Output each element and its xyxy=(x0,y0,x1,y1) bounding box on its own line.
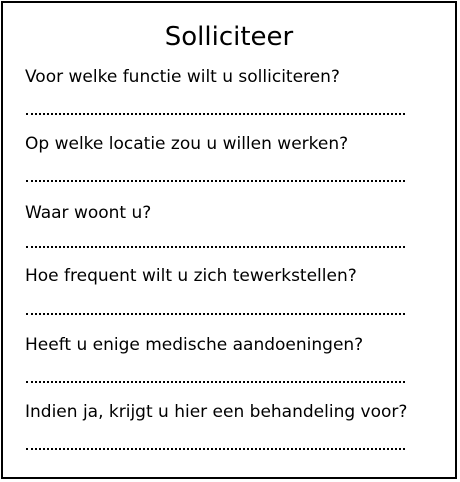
application-form: Solliciteer Voor welke functie wilt u so… xyxy=(1,1,457,479)
answer-field-treatment[interactable] xyxy=(26,448,405,450)
answer-field-position[interactable] xyxy=(26,113,405,115)
question-location-label: Op welke locatie zou u willen werken? xyxy=(25,134,349,154)
answer-field-frequency[interactable] xyxy=(26,313,405,315)
answer-field-residence[interactable] xyxy=(26,246,405,248)
question-medical-label: Heeft u enige medische aandoeningen? xyxy=(25,335,364,355)
answer-field-location[interactable] xyxy=(26,180,405,182)
question-frequency-label: Hoe frequent wilt u zich tewerkstellen? xyxy=(25,266,357,286)
form-title: Solliciteer xyxy=(164,22,294,52)
question-residence-label: Waar woont u? xyxy=(25,203,152,223)
answer-field-medical[interactable] xyxy=(26,381,405,383)
question-position-label: Voor welke functie wilt u solliciteren? xyxy=(25,67,340,87)
question-treatment-label: Indien ja, krijgt u hier een behandeling… xyxy=(25,402,408,422)
